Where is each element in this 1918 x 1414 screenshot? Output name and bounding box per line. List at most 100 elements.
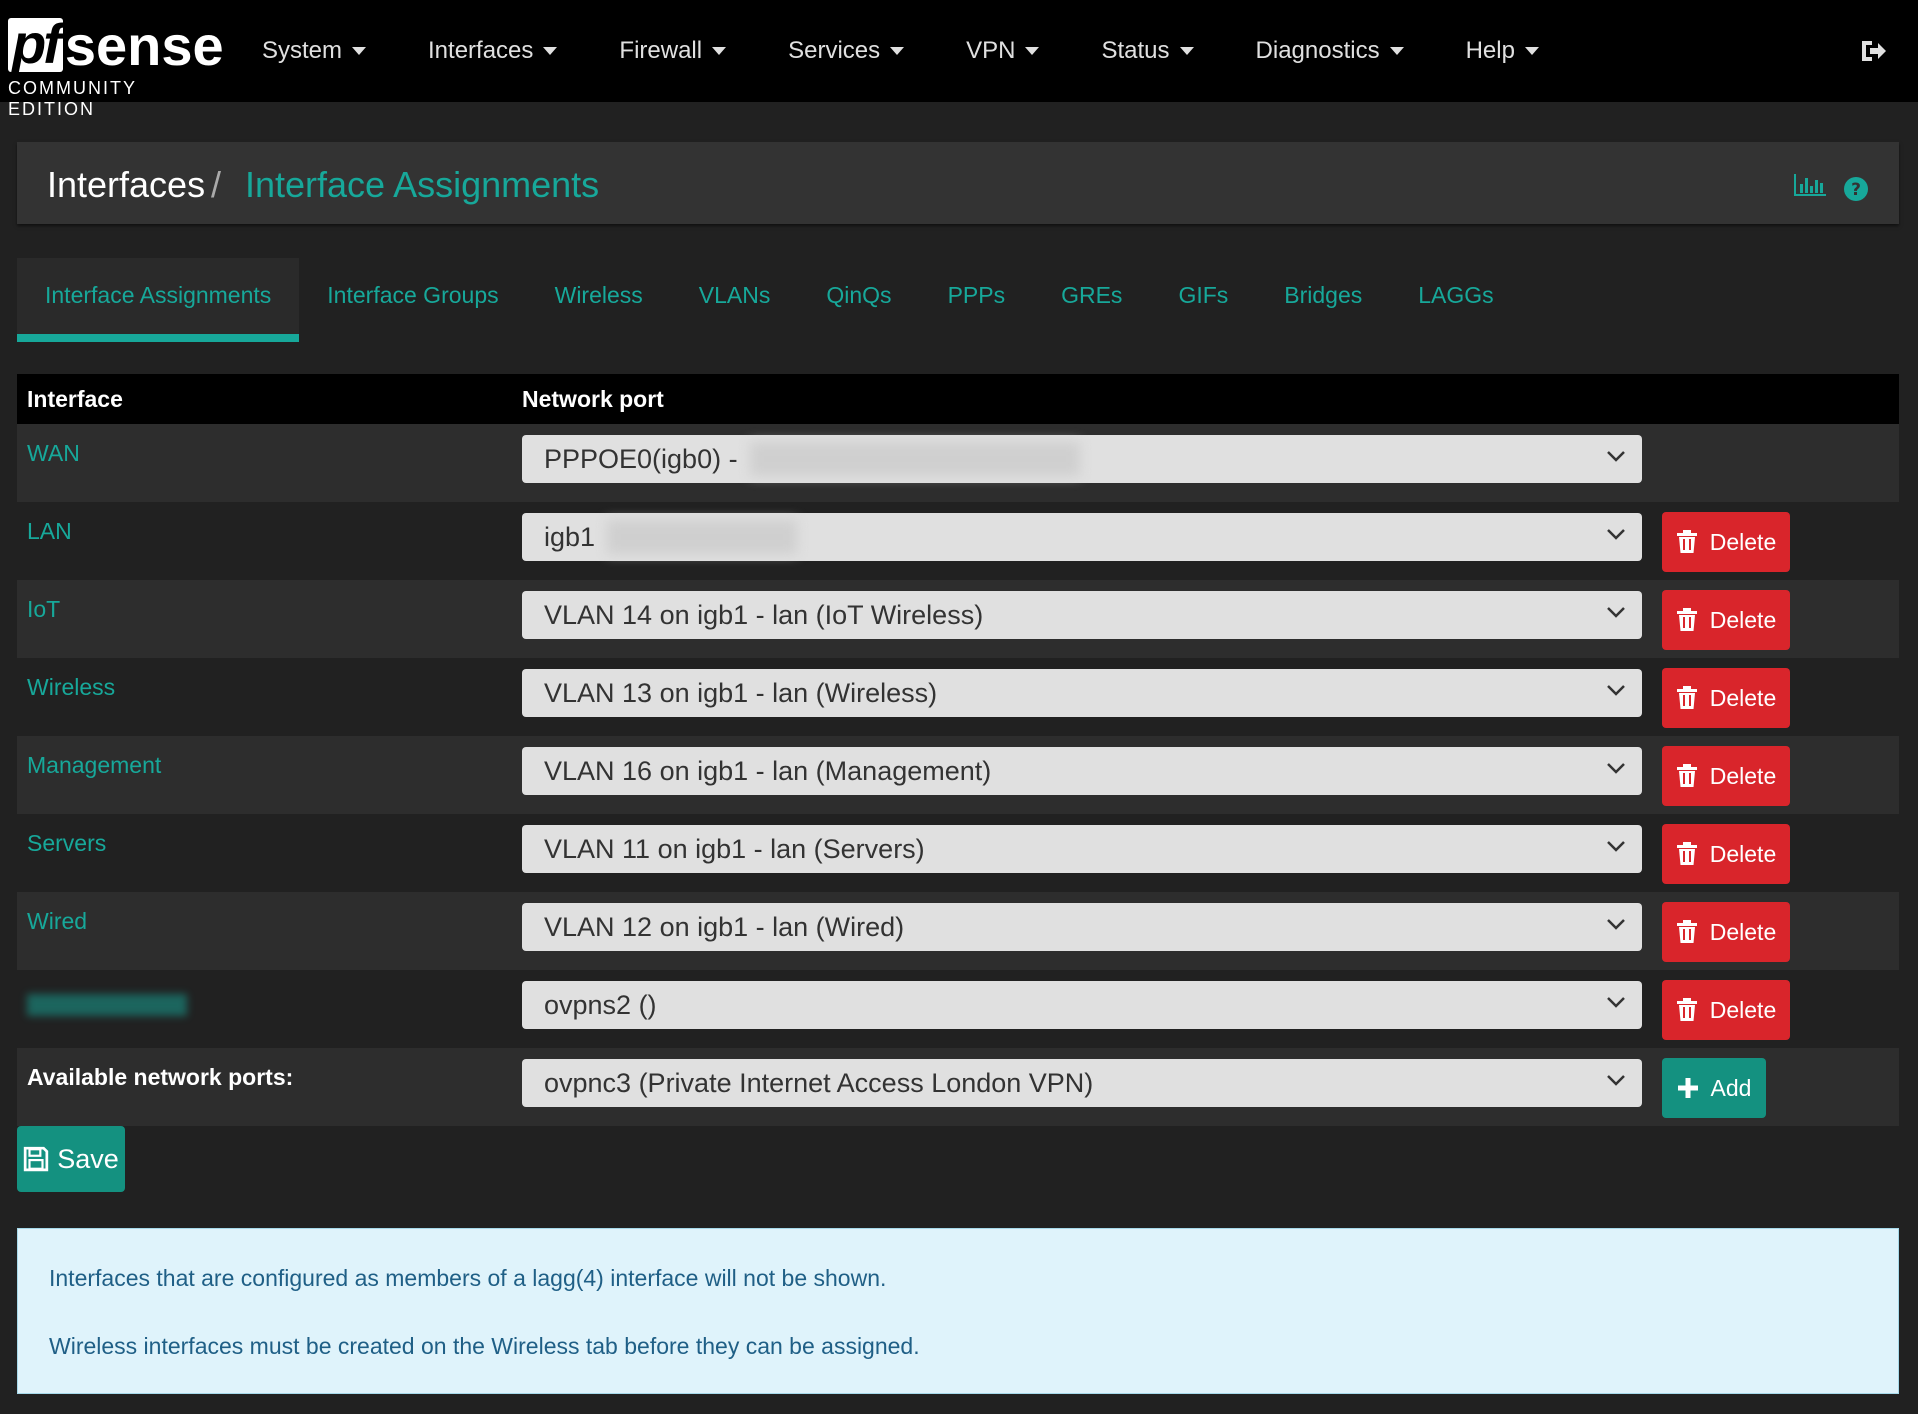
nav-services[interactable]: Services [788,37,905,65]
available-ports-row: Available network ports: ovpnc3 (Private… [17,1048,1899,1126]
nav-menu: System Interfaces Firewall Services VPN … [262,0,1601,102]
nav-interfaces-label: Interfaces [428,37,534,64]
nav-help[interactable]: Help [1466,37,1539,65]
nav-interfaces[interactable]: Interfaces [428,37,558,65]
bar-chart-icon[interactable] [1793,172,1827,198]
trash-icon [1676,608,1697,631]
nav-diagnostics-label: Diagnostics [1255,37,1380,64]
tab-bridges[interactable]: Bridges [1256,258,1390,336]
available-ports-label: Available network ports: [27,1064,294,1090]
network-port-select-iot[interactable]: VLAN 14 on igb1 - lan (IoT Wireless) [522,591,1642,639]
network-port-select-wan[interactable]: PPPOE0(igb0) - [522,435,1642,483]
column-header-network-port: Network port [522,385,664,412]
tab-laggs[interactable]: LAGGs [1390,258,1521,336]
network-port-select-wired[interactable]: VLAN 12 on igb1 - lan (Wired) [522,903,1642,951]
nav-status[interactable]: Status [1101,37,1194,65]
logo-edition-text: COMMUNITY EDITION [8,78,137,119]
network-port-select-lan[interactable]: igb1 [522,513,1642,561]
nav-system[interactable]: System [262,37,367,65]
delete-button-label: Delete [1709,840,1777,867]
logo-wordmark: pf sense [8,10,224,77]
sign-out-icon[interactable] [1858,36,1888,66]
logo-pf-text: pf [8,16,63,72]
chevron-down-icon [1607,685,1625,696]
select-value: VLAN 14 on igb1 - lan (IoT Wireless) [544,599,984,630]
network-port-select-management[interactable]: VLAN 16 on igb1 - lan (Management) [522,747,1642,795]
nav-diagnostics[interactable]: Diagnostics [1256,37,1404,65]
delete-button-servers[interactable]: Delete [1662,824,1790,884]
tab-interface-assignments[interactable]: Interface Assignments [17,258,300,342]
pfsense-logo[interactable]: pf sense COMMUNITY EDITION [8,10,224,119]
delete-button-label: Delete [1709,918,1777,945]
breadcrumb-separator: / [211,164,222,205]
redacted-text [749,442,1080,476]
interface-link-redacted[interactable] [27,994,187,1016]
trash-icon [1676,764,1697,787]
interface-link-servers[interactable]: Servers [27,830,106,857]
select-value: PPPOE0(igb0) - [544,443,738,474]
info-text-lagg: Interfaces that are configured as member… [49,1265,887,1291]
help-circle-icon[interactable]: ? [1843,176,1869,202]
tab-qinqs[interactable]: QinQs [798,258,919,336]
chevron-down-icon [1607,529,1625,540]
save-button[interactable]: Save [17,1126,125,1192]
table-row: Management VLAN 16 on igb1 - lan (Manage… [17,736,1899,814]
interface-assignments-table: Interface Network port WAN PPPOE0(igb0) … [17,374,1899,1126]
interface-link-wan[interactable]: WAN [27,440,80,467]
delete-button-label: Delete [1709,684,1777,711]
tab-gifs[interactable]: GIFs [1150,258,1256,336]
chevron-down-icon [1607,919,1625,930]
table-row: ovpns2 () Delete [17,970,1899,1048]
tab-wireless[interactable]: Wireless [527,258,671,336]
chevron-down-icon [1607,451,1625,462]
tab-gres[interactable]: GREs [1033,258,1150,336]
chevron-down-icon [1607,997,1625,1008]
trash-icon [1676,998,1697,1021]
interface-link-wireless[interactable]: Wireless [27,674,115,701]
add-button[interactable]: Add [1662,1058,1766,1118]
interface-link-wired[interactable]: Wired [27,908,87,935]
select-value: igb1 [544,521,596,552]
delete-button-ovpns2[interactable]: Delete [1662,980,1790,1040]
chevron-down-icon [1607,763,1625,774]
delete-button-lan[interactable]: Delete [1662,512,1790,572]
delete-button-iot[interactable]: Delete [1662,590,1790,650]
delete-button-label: Delete [1709,762,1777,789]
interface-link-lan[interactable]: LAN [27,518,72,545]
trash-icon [1676,686,1697,709]
trash-icon [1676,920,1697,943]
table-row: Servers VLAN 11 on igb1 - lan (Servers) … [17,814,1899,892]
caret-down-icon [1389,47,1404,55]
interface-link-management[interactable]: Management [27,752,161,779]
redacted-text [607,520,798,554]
save-button-label: Save [57,1143,119,1174]
nav-vpn[interactable]: VPN [966,37,1040,65]
delete-button-wireless[interactable]: Delete [1662,668,1790,728]
interface-link-iot[interactable]: IoT [27,596,60,623]
select-value: VLAN 13 on igb1 - lan (Wireless) [544,677,938,708]
network-port-select-servers[interactable]: VLAN 11 on igb1 - lan (Servers) [522,825,1642,873]
tab-interface-groups[interactable]: Interface Groups [299,258,526,336]
delete-button-label: Delete [1709,528,1777,555]
nav-system-label: System [262,37,343,64]
info-alert: Interfaces that are configured as member… [17,1228,1899,1394]
available-port-select[interactable]: ovpnc3 (Private Internet Access London V… [522,1059,1642,1107]
floppy-disk-icon [24,1146,49,1172]
logo-sense-text: sense [64,14,224,77]
nav-vpn-label: VPN [966,37,1016,64]
delete-button-wired[interactable]: Delete [1662,902,1790,962]
breadcrumb-current[interactable]: Interface Assignments [245,164,599,206]
caret-down-icon [1179,47,1194,55]
delete-button-management[interactable]: Delete [1662,746,1790,806]
tab-ppps[interactable]: PPPs [920,258,1034,336]
network-port-select-ovpns2[interactable]: ovpns2 () [522,981,1642,1029]
nav-firewall[interactable]: Firewall [619,37,727,65]
delete-button-label: Delete [1709,996,1777,1023]
chevron-down-icon [1607,607,1625,618]
breadcrumb-parent: Interfaces [47,164,206,205]
network-port-select-wireless[interactable]: VLAN 13 on igb1 - lan (Wireless) [522,669,1642,717]
tab-vlans[interactable]: VLANs [671,258,799,336]
select-value: VLAN 11 on igb1 - lan (Servers) [544,833,925,864]
tab-bar: Interface Assignments Interface Groups W… [17,258,1522,344]
chevron-down-icon [1607,841,1625,852]
